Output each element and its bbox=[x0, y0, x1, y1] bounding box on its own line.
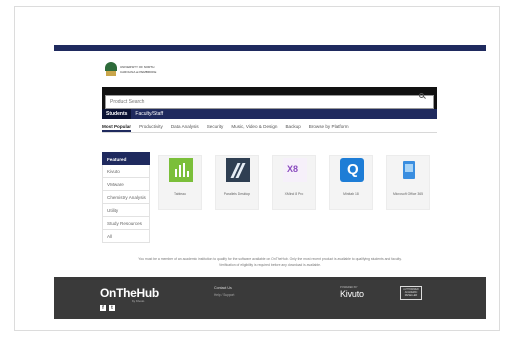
product-name[interactable]: Microsoft Office 365 bbox=[387, 192, 429, 196]
tab-backup[interactable]: Backup bbox=[285, 123, 300, 132]
sidebar-item-all[interactable]: All bbox=[102, 230, 150, 243]
tab-security[interactable]: Security bbox=[207, 123, 224, 132]
facebook-icon[interactable]: f bbox=[100, 305, 106, 311]
university-emblem-icon bbox=[105, 62, 117, 76]
product-search-input[interactable] bbox=[105, 95, 434, 109]
social-links: f t bbox=[100, 305, 115, 311]
kivuto-logo: Kivuto bbox=[340, 289, 364, 299]
search-icon[interactable] bbox=[419, 93, 424, 98]
product-card-minitab[interactable]: Q Minitab 18 bbox=[329, 155, 373, 210]
product-grid: Tableau Parallels Desktop X8 XMind 8 Pro… bbox=[158, 155, 430, 210]
sidebar-item-kivuto[interactable]: Kivuto bbox=[102, 165, 150, 178]
product-card-xmind[interactable]: X8 XMind 8 Pro bbox=[272, 155, 316, 210]
product-card-office[interactable]: Microsoft Office 365 bbox=[386, 155, 430, 210]
authorized-reseller-badge: AUTHORIZED ACADEMIC RESELLER bbox=[400, 286, 422, 300]
stripes-icon bbox=[226, 158, 250, 182]
tab-music-video-design[interactable]: Music, Video & Design bbox=[231, 123, 277, 132]
sidebar-item-utility[interactable]: Utility bbox=[102, 204, 150, 217]
tab-productivity[interactable]: Productivity bbox=[139, 123, 163, 132]
product-name[interactable]: XMind 8 Pro bbox=[273, 192, 315, 196]
powered-by-kivuto[interactable]: POWERED BY Kivuto bbox=[340, 286, 364, 299]
bar-chart-icon bbox=[169, 158, 193, 182]
sidebar-item-chemistry-analysis[interactable]: Chemistry Analysis bbox=[102, 191, 150, 204]
tab-faculty-staff[interactable]: Faculty/Staff bbox=[131, 109, 167, 119]
university-logo[interactable]: UNIVERSITY OF NORTH CAROLINA at PEMBROKE bbox=[105, 62, 156, 76]
sidebar-item-featured[interactable]: Featured bbox=[102, 152, 150, 165]
q-icon: Q bbox=[340, 158, 364, 182]
software-box-icon bbox=[397, 158, 421, 182]
eligibility-notice: You must be a member of an academic inst… bbox=[100, 256, 440, 268]
top-banner-bar bbox=[54, 45, 486, 51]
footer-heading[interactable]: Contact Us bbox=[214, 286, 234, 290]
badge-line: RESELLER bbox=[404, 294, 418, 297]
tab-browse-by-platform[interactable]: Browse by Platform bbox=[309, 123, 349, 132]
notice-line-2: Verification of eligibility is required … bbox=[219, 263, 321, 267]
product-name[interactable]: Parallels Desktop bbox=[216, 192, 258, 196]
footer-links: Contact Us Help / Support bbox=[214, 286, 234, 297]
product-card-parallels[interactable]: Parallels Desktop bbox=[215, 155, 259, 210]
product-name[interactable]: Tableau bbox=[159, 192, 201, 196]
product-name[interactable]: Minitab 18 bbox=[330, 192, 372, 196]
search-band bbox=[102, 87, 437, 109]
category-tabs: Most Popular Productivity Data Analysis … bbox=[102, 123, 437, 133]
tab-most-popular[interactable]: Most Popular bbox=[102, 123, 132, 132]
audience-tab-bar: Students Faculty/Staff bbox=[102, 109, 437, 119]
sidebar-item-vmware[interactable]: VMware bbox=[102, 178, 150, 191]
sidebar-item-study-resources[interactable]: Study Resources bbox=[102, 217, 150, 230]
logo-line-2: CAROLINA at PEMBROKE bbox=[120, 69, 157, 74]
twitter-icon[interactable]: t bbox=[109, 305, 115, 311]
logo-line-1: UNIVERSITY OF NORTH bbox=[120, 64, 155, 69]
footer-link[interactable]: Help / Support bbox=[214, 293, 234, 297]
onthehub-brand[interactable]: OnTheHub bbox=[100, 286, 159, 300]
category-sidebar: Featured Kivuto VMware Chemistry Analysi… bbox=[102, 152, 150, 243]
tab-data-analysis[interactable]: Data Analysis bbox=[171, 123, 199, 132]
product-card-tableau[interactable]: Tableau bbox=[158, 155, 202, 210]
site-footer: OnTheHub by Kivuto f t Contact Us Help /… bbox=[54, 277, 486, 319]
xmind-icon: X8 bbox=[283, 158, 307, 182]
brand-byline: by Kivuto bbox=[132, 299, 145, 303]
tab-students[interactable]: Students bbox=[102, 109, 132, 119]
